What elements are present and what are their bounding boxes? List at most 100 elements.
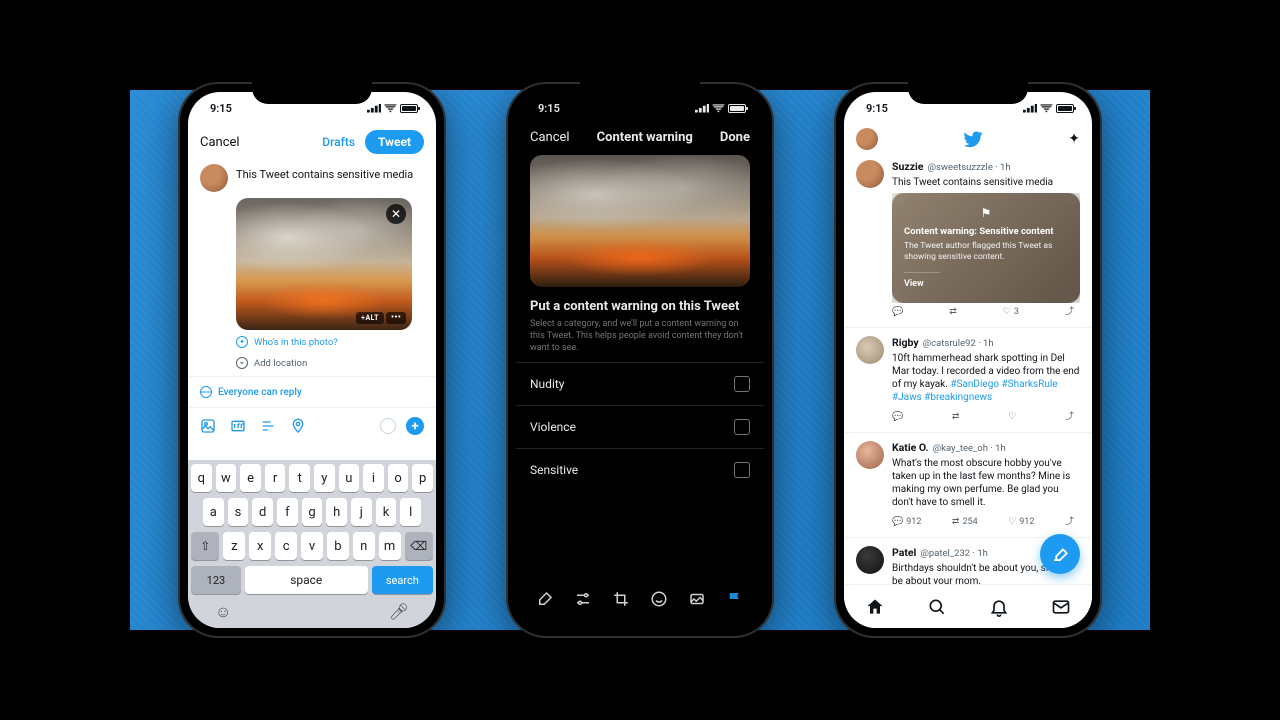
like-icon[interactable]: ♡ [1008, 412, 1016, 424]
search-key[interactable]: search [372, 566, 433, 594]
like-icon[interactable]: ♡ 3 [1003, 307, 1019, 319]
retweet-icon[interactable]: ⇄ [949, 307, 957, 319]
drafts-button[interactable]: Drafts [322, 135, 355, 149]
done-button[interactable]: Done [720, 130, 750, 145]
mic-key[interactable]: 🎤︎ [389, 602, 409, 622]
emoji-key[interactable]: ☺ [215, 602, 231, 622]
search-icon[interactable] [927, 597, 947, 617]
key[interactable]: r [265, 464, 286, 492]
checkbox[interactable] [734, 419, 750, 435]
cancel-button[interactable]: Cancel [200, 135, 240, 150]
reply-icon[interactable]: 💬 [892, 307, 903, 319]
cw-option-sensitive[interactable]: Sensitive [516, 448, 764, 491]
key[interactable]: c [275, 532, 297, 560]
tag-people-row[interactable]: ✦ Who's in this photo? [188, 330, 436, 351]
reply-settings[interactable]: Everyone can reply [188, 381, 436, 403]
crop-icon[interactable] [612, 590, 630, 608]
option-label: Sensitive [530, 463, 578, 477]
key[interactable]: v [301, 532, 323, 560]
user-name: Rigby [892, 336, 919, 350]
share-icon[interactable]: ⤴ [1065, 412, 1074, 424]
image-icon[interactable] [200, 418, 216, 434]
key[interactable]: n [353, 532, 375, 560]
content-warning-card[interactable]: ⚑ Content warning: Sensitive content The… [892, 193, 1080, 303]
poll-icon[interactable] [260, 418, 276, 434]
key[interactable]: x [249, 532, 271, 560]
reply-icon[interactable]: 💬 912 [892, 517, 921, 529]
cw-heading: Put a content warning on this Tweet [516, 287, 764, 318]
tweet[interactable]: Suzzie@sweetsuzzzle · 1h This Tweet cont… [844, 152, 1092, 328]
wildfire-image [236, 198, 412, 330]
flag-icon[interactable] [726, 590, 744, 608]
attached-media[interactable]: ✕ +ALT ••• [236, 198, 412, 330]
key[interactable]: k [376, 498, 397, 526]
key[interactable]: i [363, 464, 384, 492]
tweet[interactable]: Katie O.@kay_tee_oh · 1h What's the most… [844, 433, 1092, 538]
alt-text-icon[interactable] [688, 590, 706, 608]
key[interactable]: j [351, 498, 372, 526]
cw-option-nudity[interactable]: Nudity [516, 362, 764, 405]
key[interactable]: q [191, 464, 212, 492]
key[interactable]: l [400, 498, 421, 526]
status-time: 9:15 [210, 102, 232, 115]
key[interactable]: m [379, 532, 401, 560]
checkbox[interactable] [734, 462, 750, 478]
cw-option-violence[interactable]: Violence [516, 405, 764, 448]
checkbox[interactable] [734, 376, 750, 392]
key[interactable]: f [277, 498, 298, 526]
key[interactable]: a [203, 498, 224, 526]
key[interactable]: z [223, 532, 245, 560]
location-tool-icon[interactable] [290, 418, 306, 434]
key[interactable]: t [289, 464, 310, 492]
add-thread-button[interactable]: + [406, 417, 424, 435]
bell-icon[interactable] [989, 597, 1009, 617]
remove-media-button[interactable]: ✕ [386, 204, 406, 224]
brush-icon[interactable] [536, 590, 554, 608]
cw-nav: Cancel Content warning Done [516, 124, 764, 155]
sticker-icon[interactable] [650, 590, 668, 608]
avatar [856, 160, 884, 188]
avatar[interactable] [856, 128, 878, 150]
compose-text[interactable]: This Tweet contains sensitive media [236, 164, 413, 192]
adjust-icon[interactable] [574, 590, 592, 608]
sparkle-icon[interactable]: ✦ [1068, 131, 1080, 147]
key[interactable]: s [228, 498, 249, 526]
key[interactable]: w [216, 464, 237, 492]
avatar [856, 546, 884, 574]
gif-icon[interactable] [230, 418, 246, 434]
cw-desc: The Tweet author flagged this Tweet as s… [904, 241, 1068, 263]
alt-badge[interactable]: +ALT [356, 312, 384, 324]
key[interactable]: h [326, 498, 347, 526]
share-icon[interactable]: ⤴ [1065, 307, 1074, 319]
key[interactable]: p [412, 464, 433, 492]
view-button[interactable]: View [904, 272, 940, 291]
key[interactable]: d [252, 498, 273, 526]
numbers-key[interactable]: 123 [191, 566, 241, 594]
home-icon[interactable] [865, 597, 885, 617]
twitter-logo-icon [963, 129, 983, 149]
space-key[interactable]: space [245, 566, 368, 594]
key[interactable]: e [240, 464, 261, 492]
retweet-icon[interactable]: ⇄ [952, 412, 960, 424]
key[interactable]: b [327, 532, 349, 560]
backspace-key[interactable]: ⌫ [405, 532, 433, 560]
add-location-row[interactable]: ⌖ Add location [188, 351, 436, 372]
like-icon[interactable]: ♡ 912 [1008, 517, 1034, 529]
key[interactable]: o [388, 464, 409, 492]
key[interactable]: g [302, 498, 323, 526]
tweet[interactable]: Rigby@catsrule92 · 1h 10ft hammerhead sh… [844, 328, 1092, 433]
retweet-icon[interactable]: ⇄ 254 [952, 517, 978, 529]
share-icon[interactable]: ⤴ [1065, 517, 1074, 529]
key[interactable]: y [314, 464, 335, 492]
key[interactable]: u [339, 464, 360, 492]
compose-fab[interactable] [1040, 534, 1080, 574]
user-handle: @patel_232 · 1h [920, 548, 988, 560]
tweet-button[interactable]: Tweet [365, 130, 424, 154]
shift-key[interactable]: ⇧ [191, 532, 219, 560]
timeline[interactable]: Suzzie@sweetsuzzzle · 1h This Tweet cont… [844, 152, 1092, 584]
cancel-button[interactable]: Cancel [530, 130, 570, 145]
phone-content-warning: 9:15 Cancel Content warning Done Put a c… [506, 82, 774, 638]
messages-icon[interactable] [1051, 597, 1071, 617]
media-more-button[interactable]: ••• [386, 312, 406, 324]
reply-icon[interactable]: 💬 [892, 412, 903, 424]
